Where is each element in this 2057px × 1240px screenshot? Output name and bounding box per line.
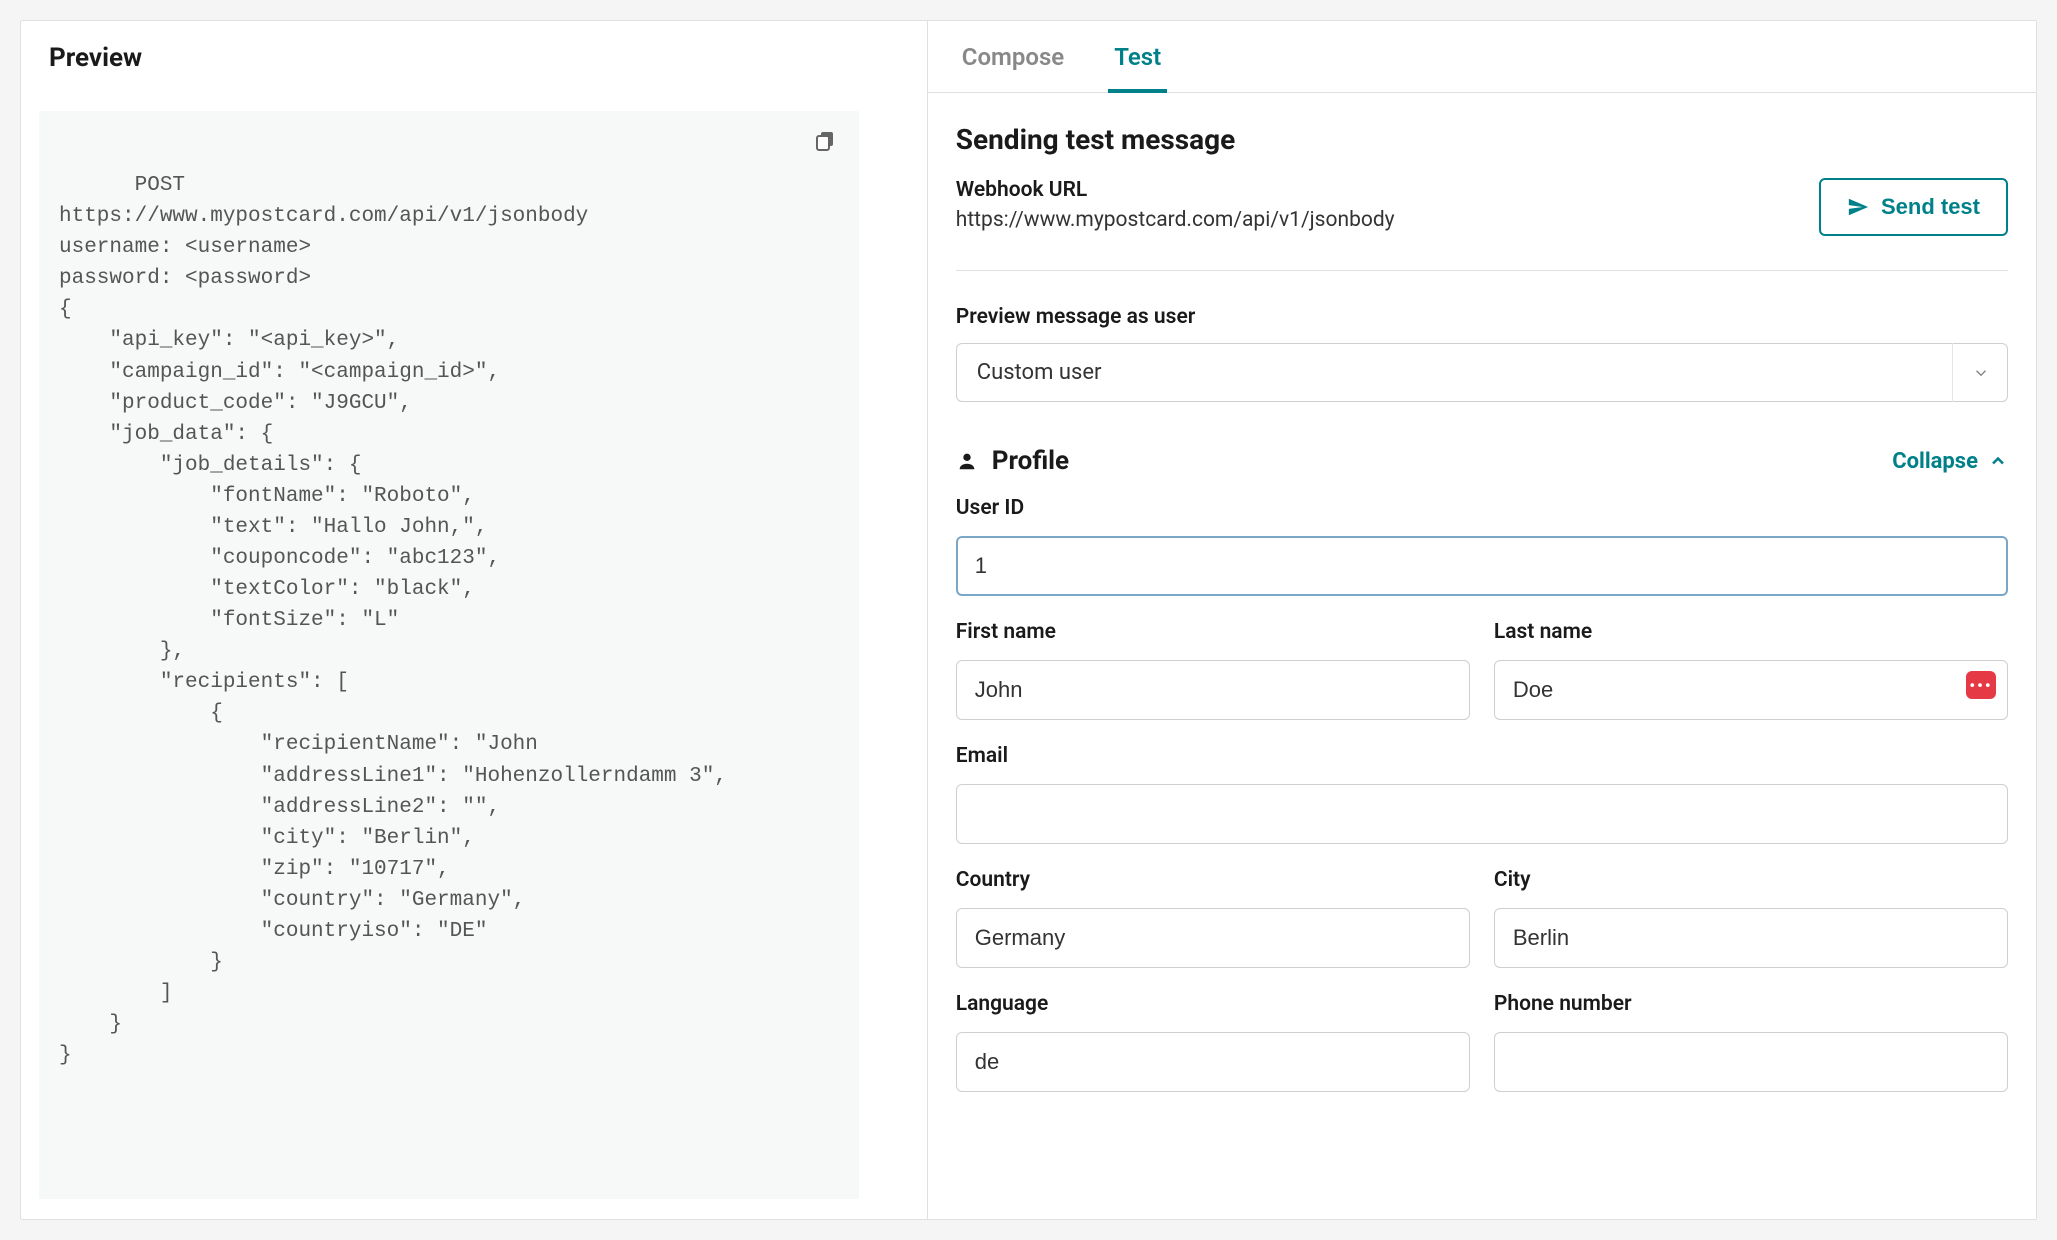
webhook-value: https://www.mypostcard.com/api/v1/jsonbo… — [956, 208, 1395, 232]
phone-label: Phone number — [1494, 992, 2008, 1016]
send-test-label: Send test — [1881, 194, 1980, 220]
email-label: Email — [956, 744, 2008, 768]
first-name-label: First name — [956, 620, 1470, 644]
chevron-up-icon — [1988, 451, 2008, 471]
person-icon — [956, 450, 978, 472]
webhook-row: Webhook URL https://www.mypostcard.com/a… — [956, 178, 2008, 236]
send-test-button[interactable]: Send test — [1819, 178, 2008, 236]
profile-title: Profile — [956, 446, 1069, 476]
copy-button[interactable] — [809, 125, 841, 157]
collapse-button[interactable]: Collapse — [1892, 449, 2008, 474]
preview-panel: Preview POST https://www.mypostcard.com/… — [21, 21, 928, 1219]
city-label: City — [1494, 868, 2008, 892]
profile-title-text: Profile — [992, 446, 1069, 476]
sending-title: Sending test message — [956, 123, 2008, 156]
first-name-input[interactable] — [956, 660, 1470, 720]
preview-user-value: Custom user — [956, 343, 2008, 402]
email-input[interactable] — [956, 784, 2008, 844]
city-input[interactable] — [1494, 908, 2008, 968]
profile-form: User ID First name Last name ••• — [956, 496, 2008, 1092]
last-name-input[interactable] — [1494, 660, 2008, 720]
tab-compose[interactable]: Compose — [956, 21, 1070, 93]
country-input[interactable] — [956, 908, 1470, 968]
webhook-info: Webhook URL https://www.mypostcard.com/a… — [956, 178, 1395, 236]
preview-title: Preview — [21, 21, 927, 91]
webhook-label: Webhook URL — [956, 178, 1395, 202]
test-panel: Compose Test Sending test message Webhoo… — [928, 21, 2036, 1219]
tab-bar: Compose Test — [928, 21, 2036, 93]
phone-input[interactable] — [1494, 1032, 2008, 1092]
user-id-label: User ID — [956, 496, 2008, 520]
tab-test[interactable]: Test — [1108, 21, 1167, 93]
preview-user-label: Preview message as user — [956, 305, 2008, 329]
preview-user-select[interactable]: Custom user — [956, 343, 2008, 402]
last-name-label: Last name — [1494, 620, 2008, 644]
profile-header: Profile Collapse — [956, 446, 2008, 476]
copy-icon — [813, 129, 837, 153]
divider — [956, 270, 2008, 271]
more-icon[interactable]: ••• — [1966, 671, 1996, 699]
collapse-label: Collapse — [1892, 449, 1978, 474]
app-container: Preview POST https://www.mypostcard.com/… — [20, 20, 2037, 1220]
language-input[interactable] — [956, 1032, 1470, 1092]
send-icon — [1847, 196, 1869, 218]
code-text: POST https://www.mypostcard.com/api/v1/j… — [59, 174, 727, 1067]
language-label: Language — [956, 992, 1470, 1016]
code-preview: POST https://www.mypostcard.com/api/v1/j… — [39, 111, 859, 1199]
panel-body: Sending test message Webhook URL https:/… — [928, 93, 2036, 1122]
country-label: Country — [956, 868, 1470, 892]
user-id-input[interactable] — [956, 536, 2008, 596]
